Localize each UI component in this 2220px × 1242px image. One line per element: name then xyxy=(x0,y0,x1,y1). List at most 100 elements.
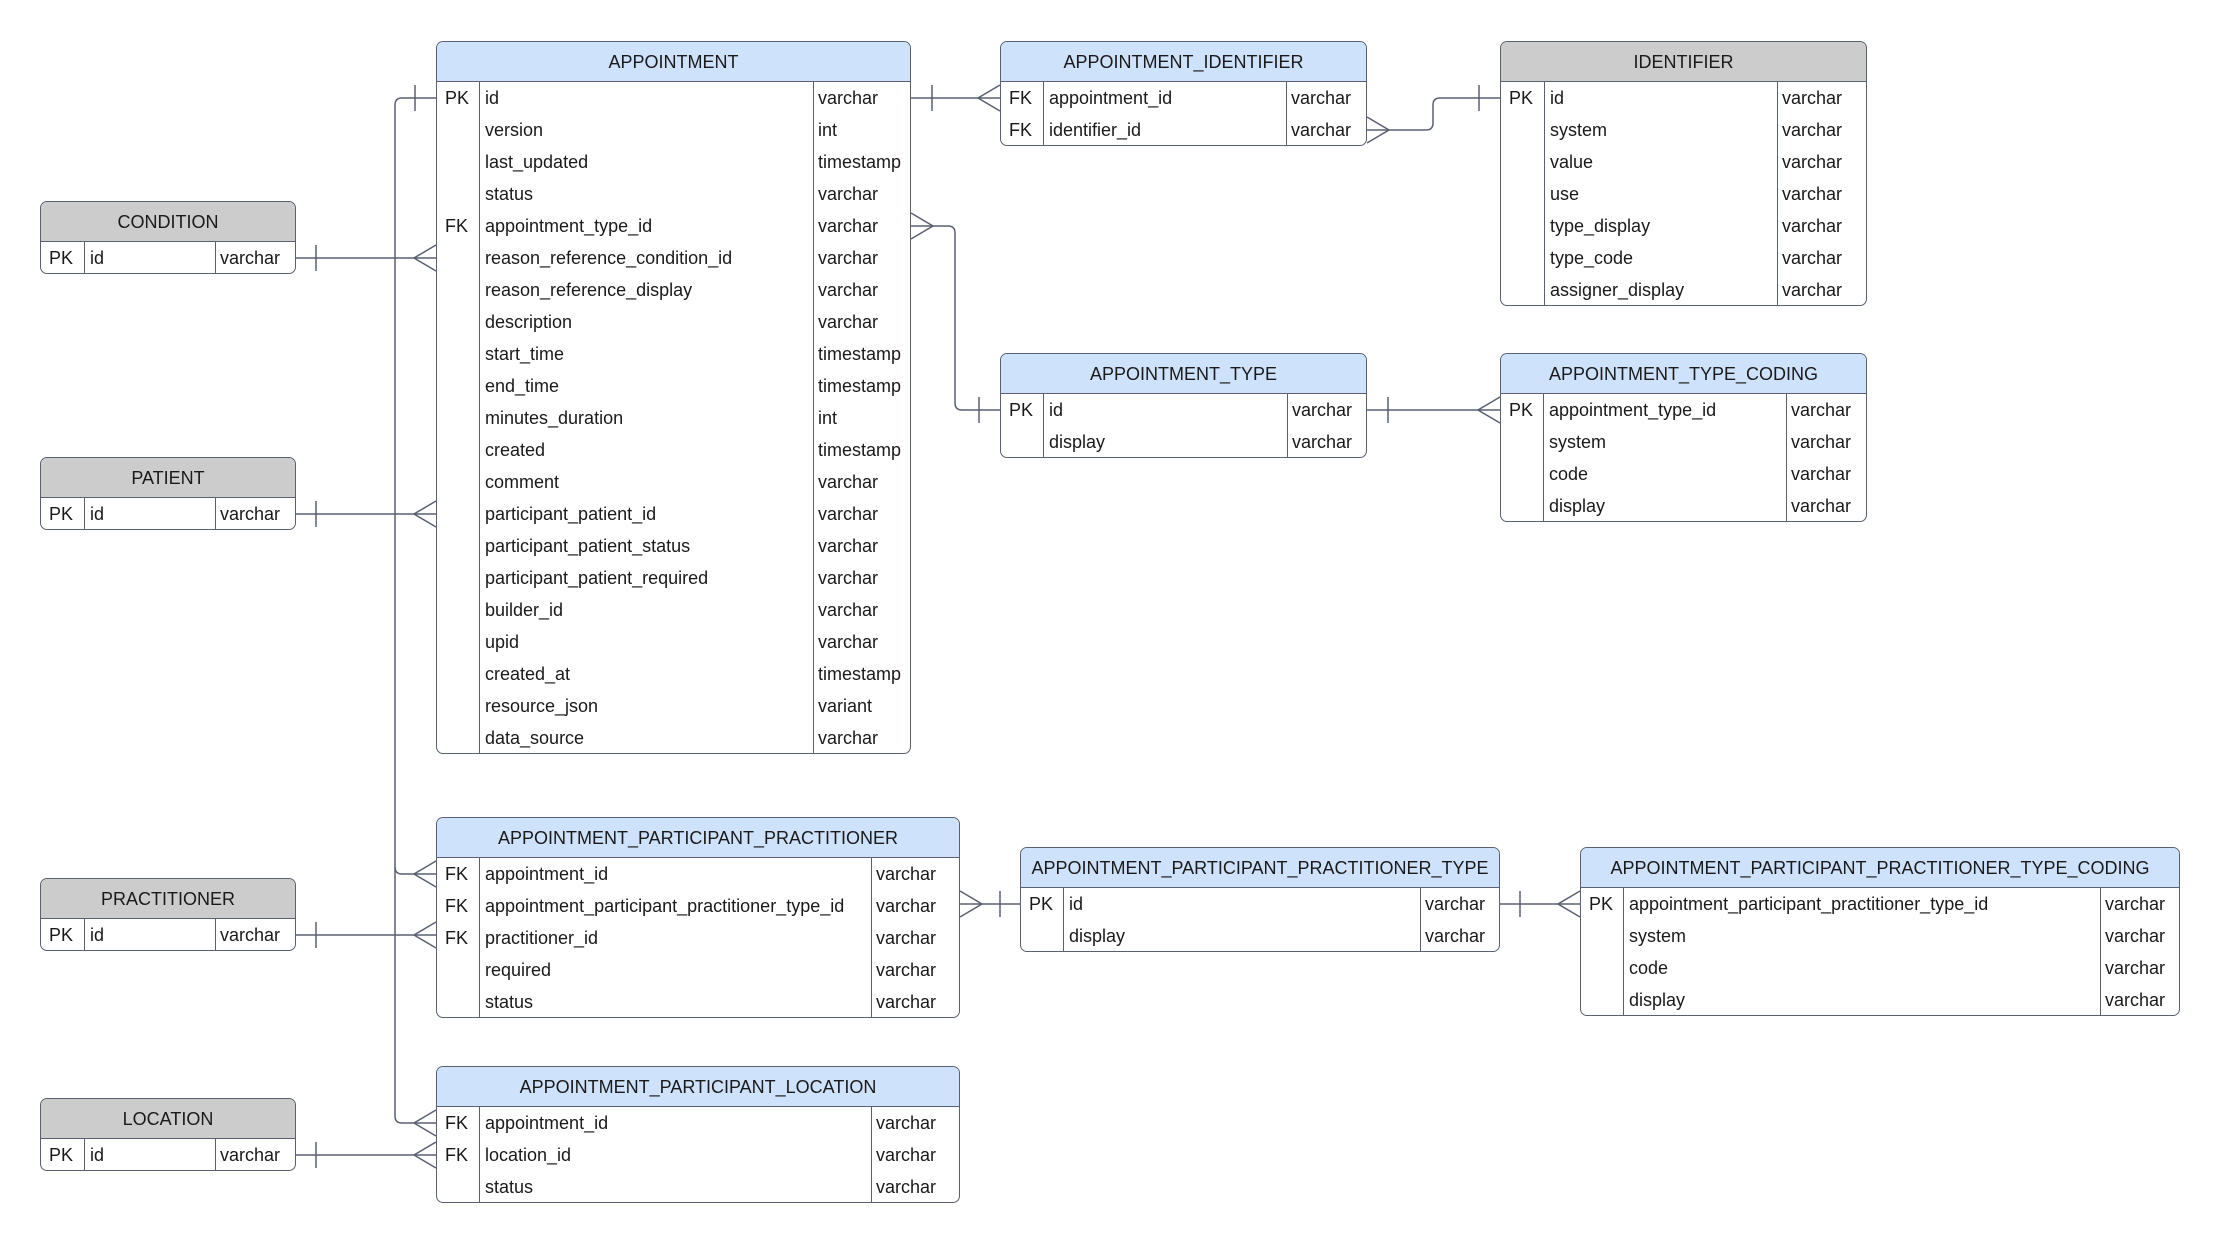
field-key: FK xyxy=(1001,114,1044,145)
entity-location[interactable]: LOCATION PK id varchar xyxy=(40,1098,296,1171)
entity-title: LOCATION xyxy=(41,1099,295,1139)
field-type: varchar xyxy=(1291,120,1352,140)
entity-appointment[interactable]: APPOINTMENT PK id varchar version int last_upd… xyxy=(436,41,911,754)
field-type: variant xyxy=(818,696,873,716)
field-name: required xyxy=(480,954,872,986)
entity-appointment-identifier[interactable]: APPOINTMENT_IDENTIFIER FK appointment_id va… xyxy=(1000,41,1367,146)
field-row: FK appointment_participant_practitioner_t… xyxy=(437,890,959,922)
field-key xyxy=(437,626,480,658)
entity-title: APPOINTMENT_PARTICIPANT_PRACTITIONER_TYP… xyxy=(1581,848,2179,888)
field-name: id xyxy=(1044,394,1288,426)
field-type: varchar xyxy=(220,248,281,268)
field-key xyxy=(1501,210,1545,242)
field-name: id xyxy=(85,1139,216,1170)
field-row: comment varchar xyxy=(437,466,910,498)
field-type: varchar xyxy=(818,600,879,620)
field-key: PK xyxy=(1021,888,1064,920)
entity-condition[interactable]: CONDITION PK id varchar xyxy=(40,201,296,274)
field-row: last_updated timestamp xyxy=(437,146,910,178)
field-row: version int xyxy=(437,114,910,146)
field-key: PK xyxy=(1581,888,1624,920)
field-key: PK xyxy=(437,82,480,114)
field-key xyxy=(437,690,480,722)
field-key: FK xyxy=(437,858,480,890)
field-name: system xyxy=(1544,426,1787,458)
field-key xyxy=(437,562,480,594)
field-name: display xyxy=(1064,920,1421,951)
field-name: code xyxy=(1624,952,2101,984)
field-row: display varchar xyxy=(1021,920,1499,951)
field-row: PK id varchar xyxy=(41,242,295,273)
field-key: FK xyxy=(437,1107,480,1139)
field-row: PK id varchar xyxy=(1001,394,1366,426)
field-type: varchar xyxy=(876,992,937,1012)
entity-appointment-participant-practitioner-type[interactable]: APPOINTMENT_PARTICIPANT_PRACTITIONER_TYP… xyxy=(1020,847,1500,952)
field-type: varchar xyxy=(220,504,281,524)
field-key xyxy=(437,658,480,690)
field-row: code varchar xyxy=(1581,952,2179,984)
entity-appointment-participant-practitioner[interactable]: APPOINTMENT_PARTICIPANT_PRACTITIONER FK ap… xyxy=(436,817,960,1018)
field-row: status varchar xyxy=(437,986,959,1017)
field-row: PK id varchar xyxy=(41,1139,295,1170)
field-name: appointment_type_id xyxy=(1544,394,1787,426)
field-type: varchar xyxy=(876,1113,937,1133)
field-row: system varchar xyxy=(1501,114,1866,146)
entity-title: IDENTIFIER xyxy=(1501,42,1866,82)
field-row: PK id varchar xyxy=(41,498,295,529)
link-identifier-appointment-identifier xyxy=(1367,97,1500,131)
field-name: identifier_id xyxy=(1044,114,1287,145)
field-name: resource_json xyxy=(480,690,814,722)
entity-patient[interactable]: PATIENT PK id varchar xyxy=(40,457,296,530)
field-row: required varchar xyxy=(437,954,959,986)
link-appointment-trunk xyxy=(394,97,436,1124)
field-row: code varchar xyxy=(1501,458,1866,490)
entity-appointment-type-coding[interactable]: APPOINTMENT_TYPE_CODING PK appointment_typ… xyxy=(1500,353,1867,522)
entity-appointment-participant-practitioner-type-coding[interactable]: APPOINTMENT_PARTICIPANT_PRACTITIONER_TYP… xyxy=(1580,847,2180,1016)
field-row: description varchar xyxy=(437,306,910,338)
field-name: end_time xyxy=(480,370,814,402)
entity-title: APPOINTMENT_TYPE_CODING xyxy=(1501,354,1866,394)
field-name: appointment_type_id xyxy=(480,210,814,242)
field-type: varchar xyxy=(1791,496,1852,516)
field-type: varchar xyxy=(876,1177,937,1197)
field-name: system xyxy=(1545,114,1778,146)
field-key xyxy=(437,306,480,338)
field-key xyxy=(437,178,480,210)
relationship-lines xyxy=(296,84,1581,1169)
entity-identifier[interactable]: IDENTIFIER PK id varchar system varchar value v… xyxy=(1500,41,1867,306)
field-key: PK xyxy=(1001,394,1044,426)
field-row: builder_id varchar xyxy=(437,594,910,626)
field-type: varchar xyxy=(220,1145,281,1165)
field-type: varchar xyxy=(876,864,937,884)
field-name: display xyxy=(1544,490,1787,521)
field-type: varchar xyxy=(1782,248,1843,268)
entity-title: APPOINTMENT_PARTICIPANT_PRACTITIONER_TYP… xyxy=(1021,848,1499,888)
field-type: varchar xyxy=(1291,88,1352,108)
field-row: PK id varchar xyxy=(41,919,295,950)
field-key xyxy=(437,530,480,562)
field-row: system varchar xyxy=(1501,426,1866,458)
entity-practitioner[interactable]: PRACTITIONER PK id varchar xyxy=(40,878,296,951)
field-key xyxy=(1581,920,1624,952)
field-row: PK id varchar xyxy=(1501,82,1866,114)
field-name: minutes_duration xyxy=(480,402,814,434)
field-type: varchar xyxy=(876,1145,937,1165)
field-key xyxy=(437,338,480,370)
field-type: timestamp xyxy=(818,664,902,684)
field-row: participant_patient_id varchar xyxy=(437,498,910,530)
field-type: varchar xyxy=(818,632,879,652)
field-row: FK appointment_id varchar xyxy=(437,1107,959,1139)
field-row: value varchar xyxy=(1501,146,1866,178)
entity-title: APPOINTMENT_IDENTIFIER xyxy=(1001,42,1366,82)
field-name: participant_patient_status xyxy=(480,530,814,562)
field-key xyxy=(437,242,480,274)
field-name: reason_reference_display xyxy=(480,274,814,306)
field-row: FK practitioner_id varchar xyxy=(437,922,959,954)
field-name: practitioner_id xyxy=(480,922,872,954)
field-type: varchar xyxy=(818,88,879,108)
field-type: varchar xyxy=(2105,958,2166,978)
entity-appointment-participant-location[interactable]: APPOINTMENT_PARTICIPANT_LOCATION FK appoin… xyxy=(436,1066,960,1203)
field-type: varchar xyxy=(876,960,937,980)
field-key xyxy=(1501,178,1545,210)
entity-appointment-type[interactable]: APPOINTMENT_TYPE PK id varchar display varcha… xyxy=(1000,353,1367,458)
